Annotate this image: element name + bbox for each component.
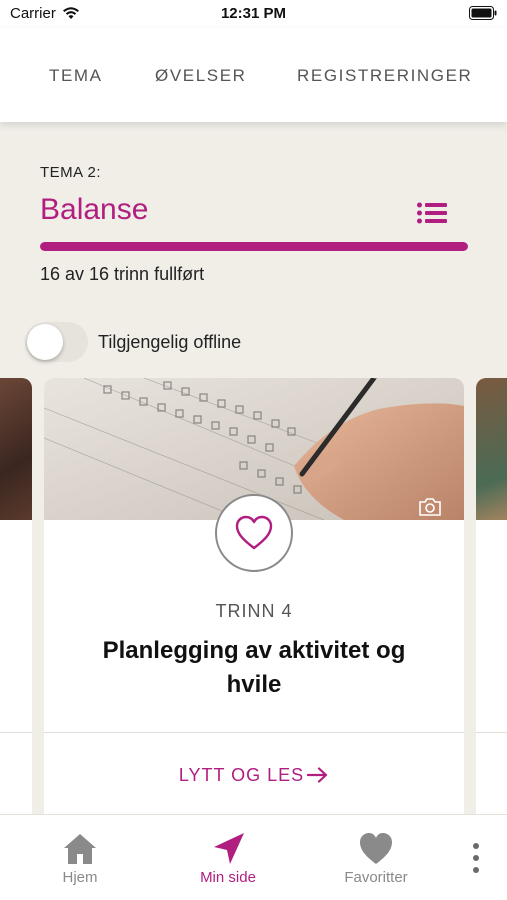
listen-and-read-label: LYTT OG LES — [178, 765, 305, 785]
more-vertical-icon[interactable] — [470, 841, 482, 875]
theme-label: TEMA 2: — [40, 164, 102, 181]
offline-toggle[interactable] — [25, 322, 88, 362]
arrow-right-icon — [307, 767, 328, 783]
nav-label-my-page: Min side — [200, 869, 256, 886]
favorite-button[interactable] — [215, 494, 293, 572]
heart-outline-icon — [235, 515, 273, 550]
step-title: Planlegging av aktivitet og hvile — [102, 637, 406, 698]
camera-icon — [419, 498, 441, 516]
nav-item-favorites[interactable]: Favoritter — [316, 815, 436, 900]
nav-item-home[interactable]: Hjem — [20, 815, 140, 900]
theme-progress-bar — [40, 242, 468, 251]
divider — [476, 732, 507, 733]
tab-ovelser[interactable]: ØVELSER — [155, 66, 247, 86]
status-bar: Carrier 12:31 PM — [0, 0, 507, 28]
next-card-image — [476, 378, 507, 520]
offline-toggle-label: Tilgjengelig offline — [98, 332, 242, 352]
navigation-arrow-icon — [214, 833, 244, 864]
nav-item-my-page[interactable]: Min side — [168, 815, 288, 900]
bottom-navigation: Hjem Min side Favoritter — [0, 814, 507, 900]
divider — [0, 732, 32, 733]
list-icon[interactable] — [417, 202, 447, 224]
step-card[interactable]: TRINN 4 Planlegging av aktivitet og hvil… — [44, 378, 464, 814]
listen-and-read-link[interactable]: LYTT OG LES — [44, 765, 464, 786]
theme-title: Balanse — [40, 193, 149, 226]
top-tabs: TEMA ØVELSER REGISTRERINGER — [0, 28, 507, 122]
previous-card[interactable] — [0, 378, 32, 814]
theme-progress-fill — [40, 242, 468, 251]
step-number: TRINN 4 — [215, 601, 293, 621]
tab-tema[interactable]: TEMA — [49, 66, 103, 86]
next-card[interactable] — [476, 378, 507, 814]
nav-label-home: Hjem — [62, 869, 98, 886]
card-divider — [44, 732, 464, 733]
heart-icon — [360, 833, 392, 864]
nav-label-favorites: Favoritter — [344, 869, 408, 886]
toggle-knob — [27, 324, 63, 360]
progress-text: 16 av 16 trinn fullført — [40, 264, 205, 284]
home-icon — [64, 834, 96, 864]
battery-icon — [469, 6, 497, 20]
previous-card-image — [0, 378, 32, 520]
tab-registreringer[interactable]: REGISTRERINGER — [297, 66, 472, 86]
status-time: 12:31 PM — [220, 5, 287, 22]
